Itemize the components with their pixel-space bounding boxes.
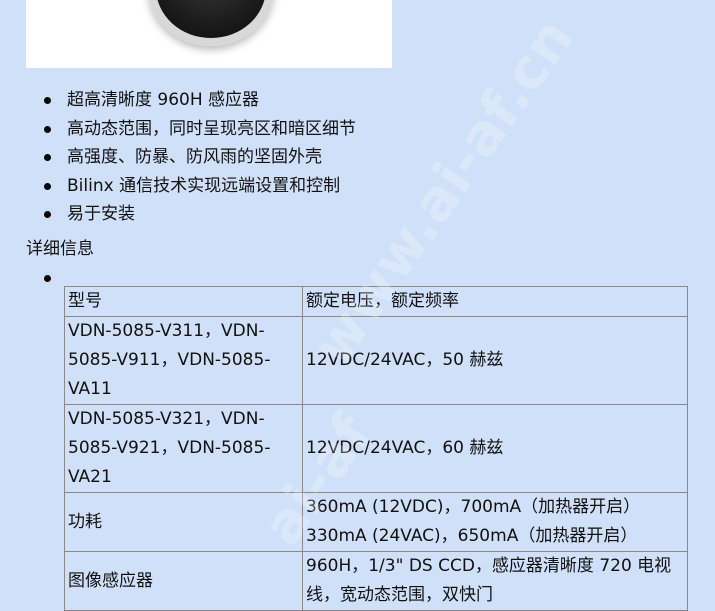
power-line: 360mA (12VDC)，700mA（加热器开启） <box>306 497 641 517</box>
feature-text: 超高清晰度 960H 感应器 <box>67 90 260 110</box>
table-cell-label: 图像感应器 <box>64 551 303 611</box>
header-cell-model: 型号 <box>64 286 303 317</box>
camera-dome-image <box>148 0 274 46</box>
bullet-icon <box>44 125 51 133</box>
bullet-icon <box>44 97 51 104</box>
bullet-icon <box>44 182 51 190</box>
feature-text: Bilinx 通信技术实现远端设置和控制 <box>67 175 341 196</box>
bullet-icon <box>44 275 51 282</box>
feature-item: Bilinx 通信技术实现远端设置和控制 <box>0 172 356 201</box>
spec-table: 型号 额定电压，额定频率 VDN-5085-V311，VDN-5085-V911… <box>64 286 688 611</box>
details-title: 详细信息 <box>26 239 94 259</box>
product-image <box>26 0 392 68</box>
bullet-icon <box>44 154 51 161</box>
table-cell-value: 960H，1/3" DS CCD，感应器清晰度 720 电视线，宽动态范围，双快… <box>302 551 688 611</box>
table-cell-value: 360mA (12VDC)，700mA（加热器开启） 330mA (24VAC)… <box>302 492 688 552</box>
feature-list: 超高清晰度 960H 感应器 高动态范围，同时呈现亮区和暗区细节 高强度、防暴、… <box>0 86 356 229</box>
feature-item: 超高清晰度 960H 感应器 <box>0 86 356 115</box>
bullet-icon <box>44 211 51 218</box>
table-row: VDN-5085-V321，VDN-5085-V921，VDN-5085-VA2… <box>64 404 688 493</box>
table-cell-rating: 12VDC/24VAC，50 赫兹 <box>302 316 688 405</box>
table-row: VDN-5085-V311，VDN-5085-V911，VDN-5085-VA1… <box>64 316 688 405</box>
feature-item: 易于安装 <box>0 200 356 229</box>
table-row: 图像感应器 960H，1/3" DS CCD，感应器清晰度 720 电视线，宽动… <box>64 551 688 611</box>
table-cell-model: VDN-5085-V321，VDN-5085-V921，VDN-5085-VA2… <box>64 404 303 493</box>
table-cell-label: 功耗 <box>64 492 303 552</box>
table-row: 功耗 360mA (12VDC)，700mA（加热器开启） 330mA (24V… <box>64 492 688 552</box>
header-cell-rating: 额定电压，额定频率 <box>302 286 688 317</box>
feature-text: 高强度、防暴、防风雨的坚固外壳 <box>67 147 322 167</box>
table-header-row: 型号 额定电压，额定频率 <box>64 286 688 317</box>
feature-item: 高动态范围，同时呈现亮区和暗区细节 <box>0 115 356 144</box>
table-cell-rating: 12VDC/24VAC，60 赫兹 <box>302 404 688 493</box>
feature-text: 高动态范围，同时呈现亮区和暗区细节 <box>67 118 356 139</box>
table-cell-model: VDN-5085-V311，VDN-5085-V911，VDN-5085-VA1… <box>64 316 303 405</box>
power-line: 330mA (24VAC)，650mA（加热器开启） <box>306 526 638 546</box>
feature-item: 高强度、防暴、防风雨的坚固外壳 <box>0 143 356 172</box>
feature-text: 易于安装 <box>67 204 135 224</box>
